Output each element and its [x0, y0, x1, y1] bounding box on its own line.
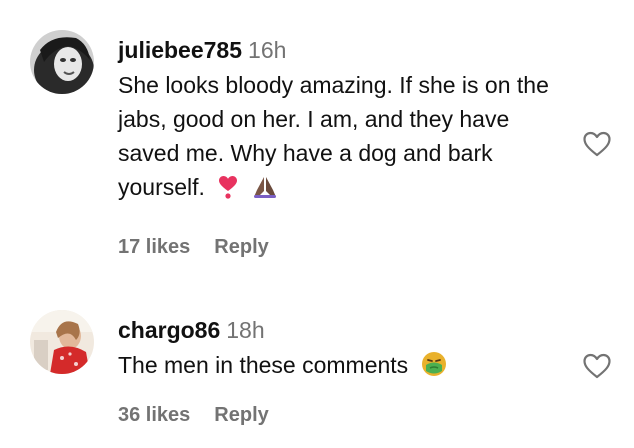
nauseated-face-icon [421, 351, 447, 386]
heart-icon [583, 131, 611, 157]
like-button[interactable] [582, 130, 612, 158]
like-button[interactable] [582, 352, 612, 380]
reply-button[interactable]: Reply [214, 404, 268, 426]
likes-count[interactable]: 36 likes [118, 404, 190, 426]
likes-count[interactable]: 17 likes [118, 236, 190, 258]
avatar-image [30, 310, 94, 374]
comment-actions: 36 likes Reply [118, 404, 269, 427]
comment-body: She looks bloody amazing. If she is on t… [118, 72, 549, 200]
comment-header: chargo86 18h [118, 316, 568, 344]
avatar[interactable] [30, 30, 94, 94]
folded-hands-icon [252, 174, 278, 208]
comment-header: juliebee785 16h [118, 36, 568, 64]
timestamp: 18h [226, 317, 265, 343]
comment-text: She looks bloody amazing. If she is on t… [118, 68, 568, 208]
timestamp: 16h [248, 37, 287, 63]
reply-button[interactable]: Reply [214, 236, 268, 258]
username[interactable]: chargo86 [118, 317, 220, 343]
avatar-image [30, 30, 94, 94]
username[interactable]: juliebee785 [118, 37, 242, 63]
heart-exclamation-icon [217, 174, 239, 208]
comment-text: The men in these comments [118, 348, 568, 386]
comment-item: chargo86 18h The men in these comments 36… [0, 300, 634, 448]
avatar[interactable] [30, 310, 94, 374]
comment-actions: 17 likes Reply [118, 236, 269, 259]
comment-item: juliebee785 16h She looks bloody amazing.… [0, 0, 634, 280]
comment-body: The men in these comments [118, 352, 409, 378]
heart-icon [583, 353, 611, 379]
